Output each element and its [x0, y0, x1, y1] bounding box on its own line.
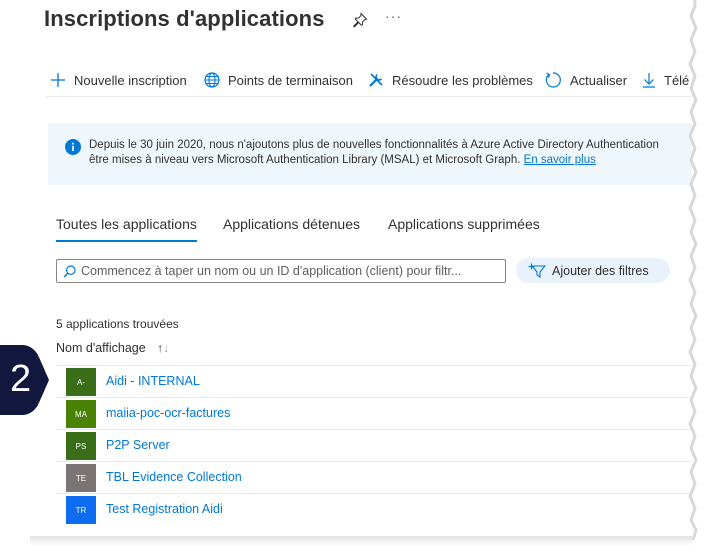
info-banner: Depuis le 30 juin 2020, nous n'ajoutons …	[48, 123, 692, 185]
applications-list: A- Aidi - INTERNAL MA maiia-poc-ocr-facture…	[56, 365, 692, 525]
app-avatar: MA	[66, 400, 96, 428]
app-avatar: TR	[66, 496, 96, 524]
sort-icon[interactable]: ↑↓	[157, 341, 169, 355]
pin-icon[interactable]	[352, 12, 368, 28]
display-name-column-header[interactable]: Nom d'affichage ↑↓	[56, 341, 169, 355]
tab-deleted-applications[interactable]: Applications supprimées	[388, 216, 540, 232]
add-filters-button[interactable]: Ajouter des filtres	[516, 258, 670, 283]
torn-edge	[688, 0, 714, 553]
step-callout-number: 2	[10, 358, 32, 400]
endpoints-button[interactable]: Points de terminaison	[204, 68, 353, 92]
tools-icon	[369, 73, 383, 87]
globe-icon	[204, 72, 220, 88]
search-box[interactable]	[56, 259, 506, 283]
app-name-link[interactable]: Test Registration Aidi	[106, 502, 223, 516]
new-registration-button[interactable]: Nouvelle inscription	[50, 68, 187, 92]
info-banner-text: Depuis le 30 juin 2020, nous n'ajoutons …	[89, 138, 692, 168]
page-title: Inscriptions d'applications	[44, 6, 325, 31]
add-filters-label: Ajouter des filtres	[552, 263, 649, 278]
info-banner-line2: être mises à niveau vers Microsoft Authe…	[89, 153, 692, 168]
more-options-icon[interactable]: ···	[385, 8, 402, 24]
plus-icon	[51, 73, 65, 87]
endpoints-label: Points de terminaison	[228, 72, 354, 88]
info-icon	[65, 139, 81, 155]
info-banner-line2-text: être mises à niveau vers Microsoft Authe…	[89, 154, 524, 166]
tab-all-applications[interactable]: Toutes les applications	[56, 216, 197, 242]
refresh-label: Actualiser	[570, 72, 628, 88]
info-banner-line1: Depuis le 30 juin 2020, nous n'ajoutons …	[89, 139, 659, 151]
add-filter-icon	[528, 263, 546, 278]
app-avatar: A-	[66, 368, 96, 396]
app-avatar: PS	[66, 432, 96, 460]
results-count: 5 applications trouvées	[56, 317, 179, 331]
download-icon	[643, 73, 655, 88]
search-icon	[63, 265, 76, 278]
table-row[interactable]: MA maiia-poc-ocr-factures	[56, 397, 692, 429]
toolbar-divider	[46, 96, 692, 97]
troubleshoot-button[interactable]: Résoudre les problèmes	[368, 68, 533, 92]
app-name-link[interactable]: maiia-poc-ocr-factures	[106, 406, 230, 420]
app-registrations-page: Inscriptions d'applications ··· Nouvelle…	[0, 0, 692, 543]
tab-owned-applications[interactable]: Applications détenues	[223, 216, 360, 232]
troubleshoot-label: Résoudre les problèmes	[392, 72, 533, 88]
app-name-link[interactable]: Aidi - INTERNAL	[106, 374, 200, 388]
bottom-shadow	[30, 536, 692, 546]
table-row[interactable]: TR Test Registration Aidi	[56, 493, 692, 525]
learn-more-link[interactable]: En savoir plus	[524, 154, 596, 166]
refresh-icon	[545, 72, 561, 88]
table-row[interactable]: PS P2P Server	[56, 429, 692, 461]
display-name-header-label: Nom d'affichage	[56, 341, 146, 355]
table-row[interactable]: TE TBL Evidence Collection	[56, 461, 692, 493]
search-input[interactable]	[81, 262, 501, 280]
app-name-link[interactable]: P2P Server	[106, 438, 170, 452]
table-row[interactable]: A- Aidi - INTERNAL	[56, 365, 692, 397]
refresh-button[interactable]: Actualiser	[544, 68, 627, 92]
new-registration-label: Nouvelle inscription	[74, 72, 187, 88]
app-avatar: TE	[66, 464, 96, 492]
app-name-link[interactable]: TBL Evidence Collection	[106, 470, 242, 484]
